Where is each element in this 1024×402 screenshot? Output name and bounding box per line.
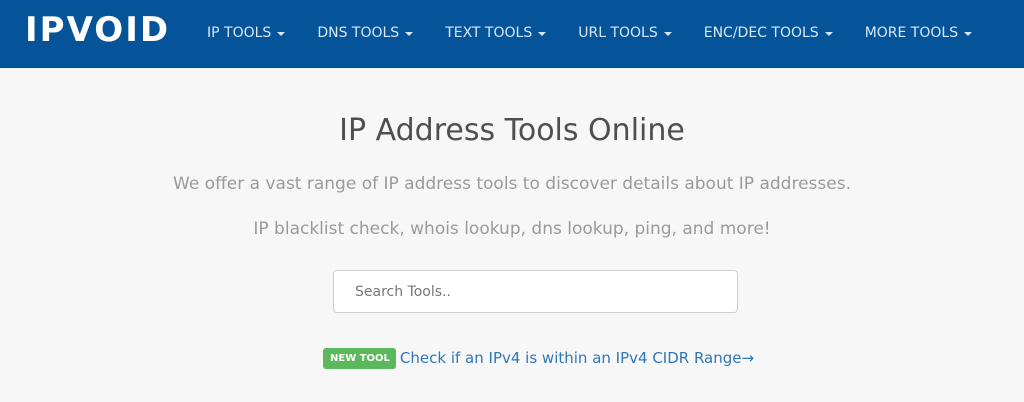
- nav-url-tools[interactable]: URL TOOLS: [578, 23, 672, 43]
- search-tools-input[interactable]: [333, 270, 738, 313]
- caret-down-icon: [663, 32, 672, 36]
- nav-more-tools[interactable]: MORE TOOLS: [864, 23, 973, 43]
- nav-ip-tools-label: IP TOOLS: [207, 25, 272, 41]
- new-tool-announcement: NEW TOOL Check if an IPv4 is within an I…: [323, 347, 754, 369]
- nav-url-tools-label: URL TOOLS: [578, 25, 658, 41]
- caret-down-icon: [824, 32, 833, 36]
- caret-down-icon: [538, 32, 547, 36]
- nav-text-tools[interactable]: TEXT TOOLS: [445, 23, 547, 43]
- nav-text-tools-label: TEXT TOOLS: [445, 25, 533, 41]
- nav-enc-dec-tools[interactable]: ENC/DEC TOOLS: [704, 23, 833, 43]
- caret-down-icon: [277, 32, 286, 36]
- top-navbar: IPVOID IP TOOLS DNS TOOLS TEXT TOOLS URL…: [0, 0, 1024, 68]
- caret-down-icon: [964, 32, 973, 36]
- page-title: IP Address Tools Online: [339, 113, 685, 148]
- caret-down-icon: [405, 32, 414, 36]
- nav-ip-tools[interactable]: IP TOOLS: [207, 23, 286, 43]
- nav-dns-tools[interactable]: DNS TOOLS: [317, 23, 414, 43]
- nav-enc-dec-tools-label: ENC/DEC TOOLS: [703, 25, 819, 41]
- nav-more-tools-label: MORE TOOLS: [864, 25, 959, 41]
- intro-text: We offer a vast range of IP address tool…: [173, 174, 851, 194]
- cidr-range-tool-link[interactable]: Check if an IPv4 is within an IPv4 CIDR …: [400, 347, 754, 369]
- new-tool-badge: NEW TOOL: [323, 347, 396, 369]
- main-nav: IP TOOLS DNS TOOLS TEXT TOOLS URL TOOLS …: [207, 23, 973, 43]
- features-text: IP blacklist check, whois lookup, dns lo…: [253, 219, 771, 239]
- nav-dns-tools-label: DNS TOOLS: [317, 25, 400, 41]
- brand-logo[interactable]: IPVOID: [25, 10, 170, 50]
